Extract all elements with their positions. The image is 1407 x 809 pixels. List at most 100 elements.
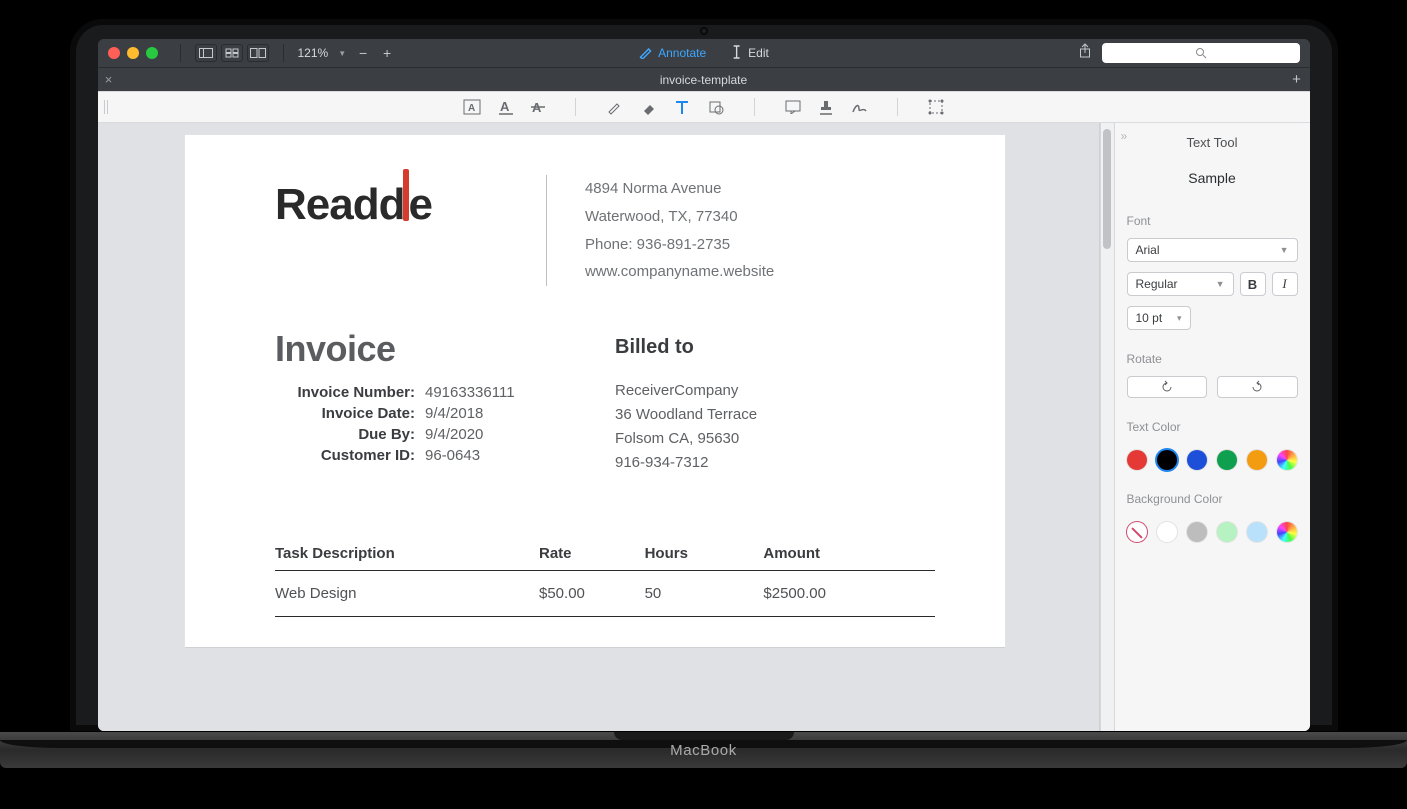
canvas-area[interactable]: Readde 4894 Norma Avenue Waterwood, TX, … [98, 123, 1100, 731]
tab-title[interactable]: invoice-template [660, 73, 747, 87]
zoom-window-button[interactable] [146, 47, 158, 59]
share-icon[interactable] [1078, 43, 1092, 64]
chevron-down-icon: ▼ [1280, 245, 1289, 255]
search-input[interactable] [1102, 43, 1300, 63]
billed-heading: Billed to [615, 336, 757, 359]
strikethrough-icon[interactable]: A [531, 99, 545, 115]
zoom-in-button[interactable]: + [380, 45, 394, 61]
shape-icon[interactable] [708, 99, 724, 115]
meta-value: 96-0643 [425, 447, 575, 464]
text-style-icon[interactable]: A [463, 99, 481, 115]
mode-switch: Annotate Edit [638, 45, 769, 62]
billed-to-block: Billed to ReceiverCompany 36 Woodland Te… [615, 336, 757, 475]
table-cell: $50.00 [539, 571, 645, 617]
color-swatch-lightblue[interactable] [1247, 522, 1267, 542]
table-cell: Web Design [275, 571, 539, 617]
meta-value: 9/4/2020 [425, 426, 575, 443]
company-line: 4894 Norma Avenue [585, 175, 774, 203]
inspector-title: Text Tool [1127, 135, 1298, 150]
minimize-window-button[interactable] [127, 47, 139, 59]
invoice-meta-block: Invoice Invoice Number: 49163336111 Invo… [275, 328, 575, 475]
camera-dot [700, 27, 708, 35]
text-tool-icon[interactable] [674, 99, 690, 115]
bold-button[interactable]: B [1240, 272, 1266, 296]
rotate-ccw-button[interactable] [1127, 376, 1208, 398]
macbook-frame: 121% ▼ − + Annotate Edit [69, 18, 1339, 732]
color-swatch-custom[interactable] [1277, 450, 1297, 470]
sidebar-toggle-icon[interactable] [195, 44, 217, 62]
selection-icon[interactable] [928, 99, 944, 115]
underline-icon[interactable]: A [499, 99, 513, 115]
font-style-select[interactable]: Regular ▼ [1127, 272, 1234, 296]
font-family-value: Arial [1136, 243, 1160, 257]
italic-button[interactable]: I [1272, 272, 1298, 296]
invoice-table: Task Description Rate Hours Amount Web D… [275, 545, 935, 617]
color-swatch-white[interactable] [1157, 522, 1177, 542]
billed-line: ReceiverCompany [615, 379, 757, 403]
annotate-mode-button[interactable]: Annotate [638, 45, 706, 62]
macbook-base: MacBook [0, 732, 1407, 782]
logo-text-b: e [408, 180, 431, 229]
tab-bar: × invoice-template + [98, 67, 1310, 91]
window-controls [108, 47, 158, 59]
scrollbar-thumb[interactable] [1103, 129, 1111, 249]
bg-color-label: Background Color [1127, 492, 1298, 506]
page-header: Readde 4894 Norma Avenue Waterwood, TX, … [275, 175, 935, 286]
stamp-icon[interactable] [819, 99, 833, 115]
font-style-value: Regular [1136, 277, 1178, 291]
note-icon[interactable] [785, 100, 801, 114]
meta-label: Customer ID: [275, 447, 425, 464]
layout-toggle-group [195, 44, 269, 62]
company-info: 4894 Norma Avenue Waterwood, TX, 77340 P… [585, 175, 774, 286]
close-window-button[interactable] [108, 47, 120, 59]
color-swatch-green[interactable] [1217, 450, 1237, 470]
divider [575, 98, 576, 116]
color-swatch-orange[interactable] [1247, 450, 1267, 470]
logo-text-a: Readd [275, 180, 404, 229]
tab-add-button[interactable]: + [1284, 71, 1310, 88]
vertical-scrollbar[interactable] [1100, 123, 1114, 731]
company-line: Phone: 936-891-2735 [585, 231, 774, 259]
bold-label: B [1248, 277, 1257, 292]
edit-mode-button[interactable]: Edit [730, 45, 769, 62]
pencil-icon[interactable] [606, 99, 622, 115]
zoom-value[interactable]: 121% [298, 46, 329, 60]
document-page: Readde 4894 Norma Avenue Waterwood, TX, … [185, 135, 1005, 647]
zoom-control: 121% ▼ − + [298, 45, 395, 61]
billed-line: 36 Woodland Terrace [615, 403, 757, 427]
signature-icon[interactable] [851, 99, 867, 115]
zoom-out-button[interactable]: − [356, 45, 370, 61]
eraser-icon[interactable] [640, 99, 656, 115]
italic-label: I [1282, 276, 1286, 292]
collapse-inspector-icon[interactable]: » [1121, 129, 1128, 143]
font-family-select[interactable]: Arial ▼ [1127, 238, 1298, 262]
table-header-row: Task Description Rate Hours Amount [275, 545, 935, 571]
split-view-icon[interactable] [247, 44, 269, 62]
tab-close-button[interactable]: × [98, 72, 120, 87]
color-swatch-lightgreen[interactable] [1217, 522, 1237, 542]
color-swatch-red[interactable] [1127, 450, 1147, 470]
meta-value: 9/4/2018 [425, 405, 575, 422]
rotate-cw-button[interactable] [1217, 376, 1298, 398]
divider [754, 98, 755, 116]
table-header: Hours [645, 545, 764, 571]
header-divider [546, 175, 547, 286]
font-size-select[interactable]: 10 pt ▾ [1127, 306, 1191, 330]
rotate-section-label: Rotate [1127, 352, 1298, 366]
macbook-notch [614, 732, 794, 740]
annotation-toolbar: A A A [98, 91, 1310, 123]
divider [180, 44, 181, 62]
billed-line: 916-934-7312 [615, 451, 757, 475]
color-swatch-custom[interactable] [1277, 522, 1297, 542]
invoice-title: Invoice [275, 328, 575, 370]
grid-view-icon[interactable] [221, 44, 243, 62]
chevron-down-icon: ▼ [1216, 279, 1225, 289]
color-swatch-gray[interactable] [1187, 522, 1207, 542]
chevron-down-icon[interactable]: ▼ [338, 49, 346, 58]
color-swatch-blue[interactable] [1187, 450, 1207, 470]
table-header: Amount [763, 545, 935, 571]
company-logo: Readde [275, 175, 432, 286]
color-swatch-black[interactable] [1157, 450, 1177, 470]
color-swatch-none[interactable] [1127, 522, 1147, 542]
screen: 121% ▼ − + Annotate Edit [98, 39, 1310, 731]
